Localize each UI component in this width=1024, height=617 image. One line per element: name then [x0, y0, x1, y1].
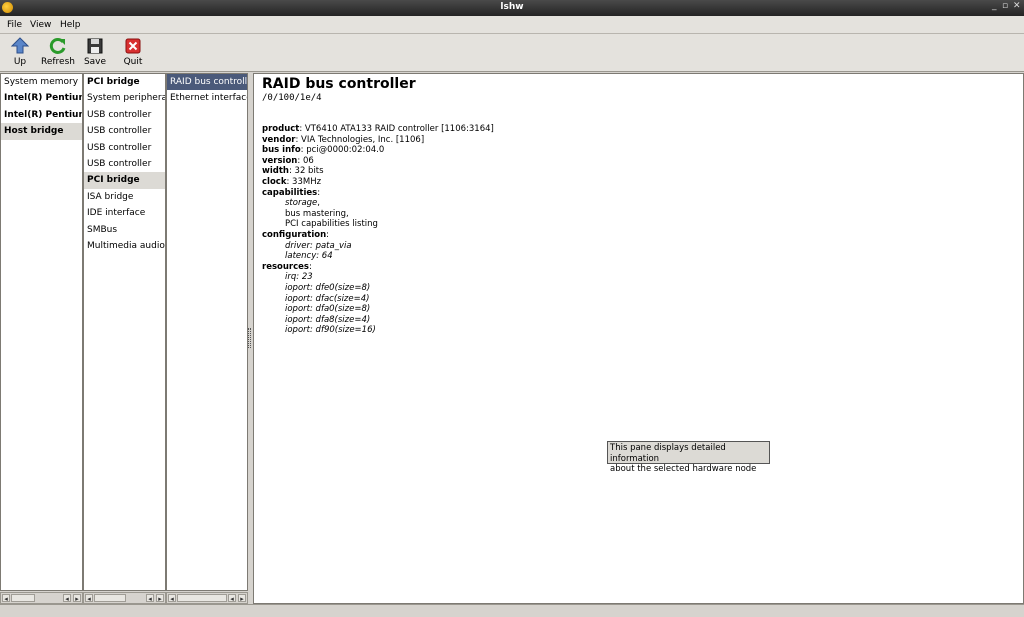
list-item[interactable]: Intel(R) Pentium: [1, 90, 82, 106]
node-path: /0/100/1e/4: [262, 93, 322, 103]
title-bar: lshw _ ▫ ✕: [0, 0, 1024, 16]
refresh-button[interactable]: Refresh: [39, 37, 77, 71]
scroll-thumb[interactable]: [177, 594, 227, 602]
up-button[interactable]: Up: [1, 37, 39, 71]
floppy-icon: [87, 38, 103, 54]
tree-column-2[interactable]: PCI bridge System peripheral USB control…: [83, 73, 166, 591]
status-bar: [0, 604, 1024, 617]
quit-label: Quit: [123, 57, 143, 67]
list-item[interactable]: Multimedia audio c: [84, 238, 165, 254]
list-item[interactable]: USB controller: [84, 107, 165, 123]
window-title: lshw: [500, 2, 524, 12]
pane-resize-handle[interactable]: [248, 328, 251, 348]
save-label: Save: [83, 57, 107, 67]
scroll-left-icon[interactable]: ◂: [63, 594, 71, 603]
config-item: driver: pata_via: [285, 240, 352, 251]
scroll-right-icon[interactable]: ▸: [238, 594, 246, 603]
property-row: width: 32 bits: [262, 166, 324, 177]
menu-bar: File View Help: [0, 16, 1024, 34]
list-item[interactable]: Ethernet interface: [167, 90, 247, 106]
resource-item: ioport: dfac(size=4): [285, 293, 370, 304]
refresh-icon: [49, 37, 66, 54]
list-item[interactable]: Intel(R) Pentium: [1, 107, 82, 123]
detail-pane: RAID bus controller /0/100/1e/4 product:…: [253, 73, 1024, 604]
scroll-right-icon[interactable]: ▸: [156, 594, 164, 603]
tree-column-1[interactable]: System memory Intel(R) Pentium Intel(R) …: [0, 73, 83, 591]
scroll-left-icon[interactable]: ◂: [168, 594, 176, 603]
property-row: configuration:: [262, 229, 330, 240]
property-row: capabilities:: [262, 187, 321, 198]
scroll-thumb[interactable]: [94, 594, 126, 602]
menu-file[interactable]: File: [7, 20, 22, 30]
column-2-scrollbar[interactable]: ◂ ◂ ▸: [83, 592, 166, 604]
menu-view[interactable]: View: [30, 20, 51, 30]
property-row: product: VT6410 ATA133 RAID controller […: [262, 124, 494, 134]
browser-panes: System memory Intel(R) Pentium Intel(R) …: [0, 73, 1024, 604]
toolbar: Up Refresh Save Quit: [0, 34, 1024, 72]
resource-item: ioport: df90(size=16): [285, 325, 376, 336]
scroll-left-icon[interactable]: ◂: [2, 594, 10, 603]
quit-button[interactable]: Quit: [114, 37, 152, 71]
menu-help[interactable]: Help: [60, 20, 81, 30]
up-label: Up: [13, 57, 27, 67]
close-button[interactable]: ✕: [1013, 1, 1021, 11]
list-item[interactable]: USB controller: [84, 123, 165, 139]
maximize-button[interactable]: ▫: [1002, 1, 1008, 11]
list-item[interactable]: System peripheral: [84, 90, 165, 106]
capability-item: bus mastering,: [285, 208, 349, 219]
capability-item: storage,: [285, 198, 320, 209]
quit-icon: [125, 38, 141, 54]
resource-item: irq: 23: [285, 272, 313, 283]
node-properties: product: VT6410 ATA133 RAID controller […: [262, 124, 494, 336]
tooltip-line: This pane displays detailed information: [610, 443, 726, 464]
scroll-thumb[interactable]: [11, 594, 35, 602]
tooltip: This pane displays detailed information …: [607, 441, 770, 474]
list-item[interactable]: System memory: [1, 74, 82, 90]
property-row: vendor: VIA Technologies, Inc. [1106]: [262, 134, 425, 145]
column-3-scrollbar[interactable]: ◂ ◂ ▸: [166, 592, 248, 604]
node-title: RAID bus controller: [262, 76, 416, 92]
property-row: bus info: pci@0000:02:04.0: [262, 145, 385, 156]
property-row: clock: 33MHz: [262, 176, 322, 187]
resource-item: ioport: dfa8(size=4): [285, 314, 371, 325]
list-item[interactable]: ISA bridge: [84, 189, 165, 205]
scroll-left-icon[interactable]: ◂: [228, 594, 236, 603]
list-item[interactable]: SMBus: [84, 222, 165, 238]
list-item[interactable]: PCI bridge: [84, 74, 165, 90]
tree-column-3[interactable]: RAID bus controller Ethernet interface: [166, 73, 248, 591]
minimize-button[interactable]: _: [992, 1, 997, 11]
list-item[interactable]: RAID bus controller: [167, 74, 247, 91]
resource-item: ioport: dfa0(size=8): [285, 304, 371, 315]
property-row: version: 06: [262, 155, 314, 166]
up-arrow-icon: [11, 37, 29, 54]
list-item[interactable]: IDE interface: [84, 205, 165, 221]
property-row: resources:: [262, 261, 312, 272]
capability-item: PCI capabilities listing: [285, 219, 378, 230]
refresh-label: Refresh: [41, 57, 75, 67]
tooltip-line: about the selected hardware node: [610, 464, 757, 474]
list-item[interactable]: USB controller: [84, 156, 165, 172]
list-item[interactable]: PCI bridge: [84, 172, 165, 189]
resource-item: ioport: dfe0(size=8): [285, 282, 371, 293]
scroll-left-icon[interactable]: ◂: [146, 594, 154, 603]
column-1-scrollbar[interactable]: ◂ ◂ ▸: [0, 592, 83, 604]
list-item[interactable]: Host bridge: [1, 123, 82, 140]
list-item[interactable]: USB controller: [84, 140, 165, 156]
scroll-right-icon[interactable]: ▸: [73, 594, 81, 603]
scroll-left-icon[interactable]: ◂: [85, 594, 93, 603]
config-item: latency: 64: [285, 251, 333, 262]
save-button[interactable]: Save: [76, 37, 114, 71]
